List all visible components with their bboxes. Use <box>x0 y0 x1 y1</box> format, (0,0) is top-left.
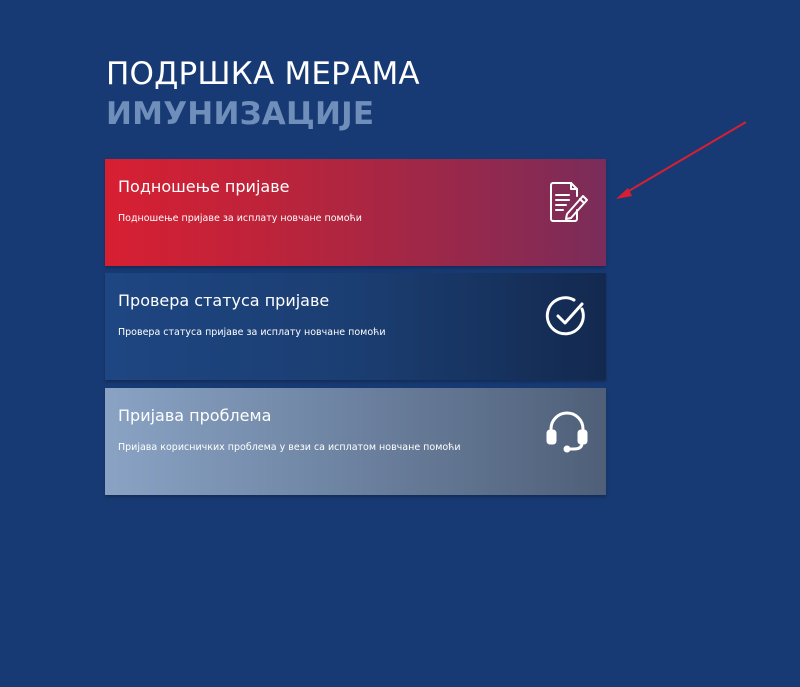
page-title: ПОДРШКА МЕРАМА <box>106 56 420 92</box>
card-title: Пријава проблема <box>118 406 272 425</box>
page: ПОДРШКА МЕРАМА ИМУНИЗАЦИЈЕ Подношење при… <box>0 0 800 687</box>
card-title: Провера статуса пријаве <box>118 291 330 310</box>
card-description: Подношење пријаве за исплату новчане пом… <box>118 213 362 224</box>
annotation-arrow-icon <box>616 121 747 199</box>
document-edit-icon <box>544 179 590 225</box>
report-problem-card[interactable]: Пријава проблема Пријава корисничких про… <box>105 388 606 495</box>
submit-application-card[interactable]: Подношење пријаве Подношење пријаве за и… <box>105 159 606 266</box>
card-description: Провера статуса пријаве за исплату новча… <box>118 327 386 338</box>
headset-icon <box>544 408 590 454</box>
page-subtitle: ИМУНИЗАЦИЈЕ <box>106 96 375 132</box>
check-status-card[interactable]: Провера статуса пријаве Провера статуса … <box>105 273 606 380</box>
card-title: Подношење пријаве <box>118 177 290 196</box>
check-circle-icon <box>544 293 590 339</box>
card-description: Пријава корисничких проблема у вези са и… <box>118 442 461 453</box>
